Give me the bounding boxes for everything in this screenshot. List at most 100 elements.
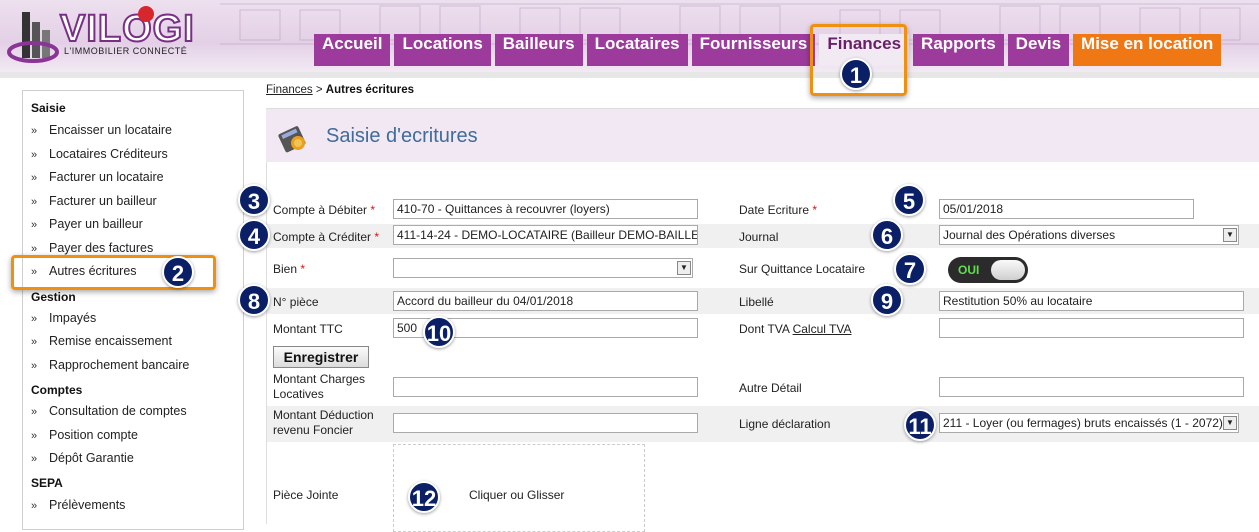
- tab-mise-en-location[interactable]: Mise en location: [1073, 34, 1222, 66]
- autre-detail-input[interactable]: [939, 377, 1244, 397]
- sidebar-item-remise[interactable]: » Remise encaissement: [31, 334, 172, 348]
- chevron-right-icon: »: [31, 313, 38, 325]
- chevron-right-icon: »: [31, 172, 38, 184]
- form-row: Montant Déduction revenu Foncier Ligne d…: [267, 406, 1259, 442]
- step-badge-5: 5: [893, 184, 925, 216]
- breadcrumb-finances-link[interactable]: Finances: [266, 84, 313, 96]
- sidebar-item-prelevements[interactable]: » Prélèvements: [31, 498, 125, 512]
- libelle-label: Libellé: [739, 295, 774, 309]
- tab-locataires[interactable]: Locataires: [586, 34, 688, 66]
- ligne-declaration-label: Ligne déclaration: [739, 417, 831, 431]
- sidebar-section-comptes: Comptes: [31, 383, 83, 397]
- deduction-input[interactable]: [393, 413, 698, 433]
- step-badge-6: 6: [871, 219, 903, 251]
- page-header: Saisie d'ecritures: [266, 108, 1259, 162]
- app-header: VILOGI L'IMMOBILIER CONNECTÉ Accueil Loc…: [0, 0, 1259, 72]
- step-badge-1: 1: [840, 58, 872, 90]
- quittance-label: Sur Quittance Locataire: [739, 262, 866, 276]
- breadcrumb-current: Autres écritures: [325, 84, 415, 96]
- sidebar-item-position[interactable]: » Position compte: [31, 428, 138, 442]
- charges-label: Montant Charges Locatives: [273, 372, 366, 401]
- date-ecriture-label: Date Ecriture *: [739, 203, 818, 217]
- form-row: N° pièce Accord du bailleur du 04/01/201…: [267, 288, 1259, 314]
- chevron-right-icon: »: [31, 125, 38, 137]
- sidebar-item-locataires-crediteurs[interactable]: » Locataires Créditeurs: [31, 147, 168, 161]
- autre-detail-label: Autre Détail: [739, 381, 802, 395]
- chevron-right-icon: »: [31, 336, 38, 348]
- chevron-right-icon: »: [31, 243, 38, 255]
- sidebar-item-payer-bailleur[interactable]: » Payer un bailleur: [31, 217, 143, 231]
- sidebar: Saisie » Encaisser un locataire » Locatair…: [22, 90, 244, 530]
- piece-label: N° pièce: [273, 295, 319, 309]
- chevron-right-icon: »: [31, 196, 38, 208]
- form-row: Bien * ▼ Sur Quittance Locataire OUI: [267, 254, 1259, 284]
- sidebar-section-saisie: Saisie: [31, 101, 66, 115]
- logo-text[interactable]: VILOGI: [59, 7, 195, 51]
- tab-rapports[interactable]: Rapports: [913, 34, 1004, 66]
- dropzone-hint: Cliquer ou Glisser: [469, 488, 565, 502]
- tva-label: Dont TVA Calcul TVA: [739, 322, 852, 336]
- tva-input[interactable]: [939, 318, 1244, 338]
- sidebar-item-depot-garantie[interactable]: » Dépôt Garantie: [31, 451, 134, 465]
- tab-fournisseurs[interactable]: Fournisseurs: [691, 34, 816, 66]
- sidebar-item-encaisser[interactable]: » Encaisser un locataire: [31, 123, 172, 137]
- piece-input[interactable]: Accord du bailleur du 04/01/2018: [393, 291, 698, 311]
- chevron-right-icon: »: [31, 500, 38, 512]
- tab-locations[interactable]: Locations: [394, 34, 491, 66]
- journal-select[interactable]: Journal des Opérations diverses ▼: [939, 225, 1239, 245]
- sidebar-item-facturer-locataire[interactable]: » Facturer un locataire: [31, 170, 164, 184]
- header-separator: [0, 72, 1259, 78]
- chevron-right-icon: »: [31, 219, 38, 231]
- calcul-tva-link[interactable]: Calcul TVA: [793, 322, 852, 336]
- logo-tagline: L'IMMOBILIER CONNECTÉ: [64, 46, 188, 56]
- step-badge-2: 2: [162, 256, 194, 288]
- sidebar-item-payer-factures[interactable]: » Payer des factures: [31, 241, 153, 255]
- ligne-declaration-select[interactable]: 211 - Loyer (ou fermages) bruts encaissé…: [939, 413, 1239, 433]
- cherry-icon: [138, 6, 154, 22]
- dropdown-arrow-icon: ▼: [1223, 228, 1237, 242]
- bien-label: Bien *: [273, 262, 306, 276]
- dropdown-arrow-icon: ▼: [1223, 416, 1237, 430]
- compte-credit-label: Compte à Créditer *: [273, 230, 380, 244]
- sidebar-item-rapprochement[interactable]: » Rapprochement bancaire: [31, 358, 189, 372]
- toggle-knob: [991, 260, 1025, 280]
- sidebar-item-consultation[interactable]: » Consultation de comptes: [31, 404, 187, 418]
- bien-select[interactable]: ▼: [393, 258, 693, 278]
- step-badge-7: 7: [894, 253, 926, 285]
- sidebar-item-impayes[interactable]: » Impayés: [31, 311, 96, 325]
- quittance-toggle[interactable]: OUI: [948, 257, 1028, 283]
- sidebar-section-sepa: SEPA: [31, 476, 63, 490]
- form-row: Compte à Créditer * 411-14-24 - DEMO-LOC…: [267, 224, 1259, 248]
- breadcrumb: Finances > Autres écritures: [266, 84, 414, 96]
- save-button[interactable]: Enregistrer: [273, 346, 369, 368]
- sidebar-section-gestion: Gestion: [31, 290, 76, 304]
- charges-input[interactable]: [393, 377, 698, 397]
- step-badge-9: 9: [871, 284, 903, 316]
- step-badge-4: 4: [238, 219, 270, 251]
- montant-ttc-label: Montant TTC: [273, 322, 343, 336]
- form-row: Compte à Débiter * 410-70 - Quittances à…: [267, 198, 1259, 224]
- calculator-icon: [278, 126, 306, 153]
- main-nav: Accueil Locations Bailleurs Locataires F…: [314, 34, 1225, 66]
- dropdown-arrow-icon: ▼: [677, 261, 691, 275]
- compte-credit-input[interactable]: 411-14-24 - DEMO-LOCATAIRE (Bailleur DEM…: [393, 225, 698, 245]
- breadcrumb-separator: >: [315, 84, 323, 96]
- tab-bailleurs[interactable]: Bailleurs: [494, 34, 583, 66]
- tab-accueil[interactable]: Accueil: [314, 34, 391, 66]
- step-badge-11: 11: [904, 409, 936, 441]
- sidebar-item-facturer-bailleur[interactable]: » Facturer un bailleur: [31, 194, 157, 208]
- chevron-right-icon: »: [31, 149, 38, 161]
- page-title: Saisie d'ecritures: [326, 125, 478, 147]
- step-badge-10: 10: [423, 316, 455, 348]
- date-ecriture-input[interactable]: 05/01/2018: [939, 199, 1194, 219]
- form-row: Montant TTC 500 Dont TVA Calcul TVA: [267, 316, 1259, 342]
- step-badge-3: 3: [238, 184, 270, 216]
- logo-icon[interactable]: [6, 6, 60, 64]
- compte-debit-input[interactable]: 410-70 - Quittances à recouvrer (loyers): [393, 199, 698, 219]
- chevron-right-icon: »: [31, 360, 38, 372]
- entry-form: Compte à Débiter * 410-70 - Quittances à…: [266, 162, 1259, 532]
- step-badge-8: 8: [238, 284, 270, 316]
- tab-devis[interactable]: Devis: [1007, 34, 1070, 66]
- libelle-input[interactable]: Restitution 50% au locataire: [939, 291, 1244, 311]
- step-badge-12: 12: [408, 481, 440, 513]
